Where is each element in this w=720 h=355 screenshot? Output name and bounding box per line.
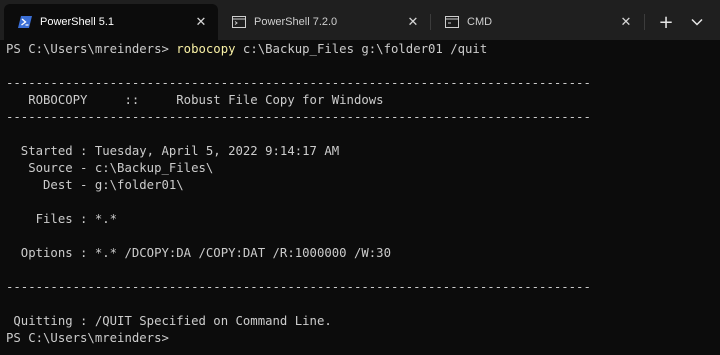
command-args: c:\Backup_Files g:\folder01 /quit: [242, 42, 488, 56]
cmd-icon: [445, 16, 459, 28]
tab-label: PowerShell 7.2.0: [254, 16, 338, 28]
command-line: PS C:\Users\mreinders> robocopy c:\Backu…: [6, 41, 712, 58]
dest-line: Dest - g:\folder01\: [6, 178, 184, 192]
source-line: Source - c:\Backup_Files\: [6, 161, 214, 175]
terminal-window: PowerShell 5.1 ✕ PowerShell 7.2.0 ✕ CMD …: [0, 0, 720, 355]
close-tab-icon[interactable]: ✕: [404, 13, 422, 31]
divider-line: ----------------------------------------…: [6, 110, 591, 124]
tab-bar: PowerShell 5.1 ✕ PowerShell 7.2.0 ✕ CMD …: [0, 0, 720, 40]
chevron-down-icon[interactable]: [686, 11, 708, 33]
divider-line: ----------------------------------------…: [6, 280, 591, 294]
tab-label: PowerShell 5.1: [40, 16, 114, 28]
terminal-output[interactable]: PS C:\Users\mreinders> robocopy c:\Backu…: [6, 41, 712, 353]
options-line: Options : *.* /DCOPY:DA /COPY:DAT /R:100…: [6, 246, 391, 260]
tab-cmd[interactable]: CMD ✕: [431, 4, 643, 40]
command-name: robocopy: [176, 42, 236, 56]
files-line: Files : *.*: [6, 212, 118, 226]
tab-powershell-7-2-0[interactable]: PowerShell 7.2.0 ✕: [218, 4, 430, 40]
terminal-window-icon: [232, 16, 246, 28]
quitting-line: Quitting : /QUIT Specified on Command Li…: [6, 314, 332, 328]
close-tab-icon[interactable]: ✕: [617, 13, 635, 31]
started-line: Started : Tuesday, April 5, 2022 9:14:17…: [6, 144, 340, 158]
tab-label: CMD: [467, 16, 493, 28]
tab-divider: [644, 14, 645, 30]
powershell-icon: [18, 16, 32, 28]
tab-powershell-5-1[interactable]: PowerShell 5.1 ✕: [4, 4, 218, 40]
robocopy-header: ROBOCOPY :: Robust File Copy for Windows: [6, 93, 384, 107]
close-tab-icon[interactable]: ✕: [192, 13, 210, 31]
prompt: PS C:\Users\mreinders>: [6, 42, 169, 56]
divider-line: ----------------------------------------…: [6, 76, 591, 90]
new-tab-button[interactable]: +: [654, 11, 678, 33]
final-prompt: PS C:\Users\mreinders>: [6, 331, 169, 345]
